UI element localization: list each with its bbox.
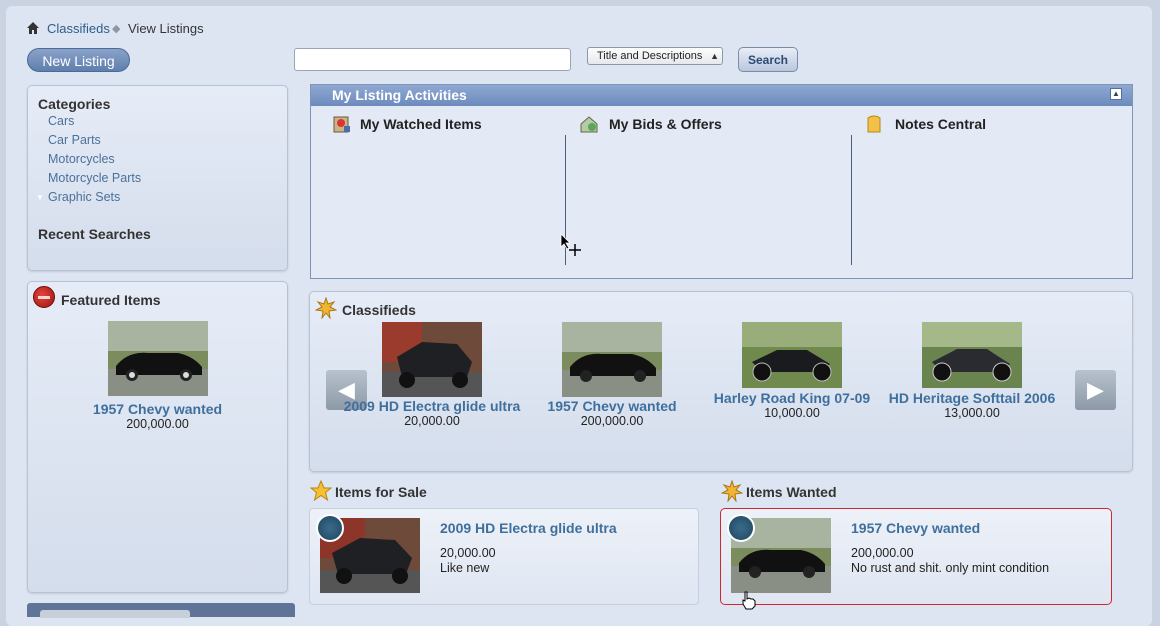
recent-searches-heading: Recent Searches (38, 226, 151, 242)
search-button[interactable]: Search (738, 47, 798, 72)
items-wanted-heading: Items Wanted (746, 484, 837, 500)
featured-badge-icon (33, 286, 55, 308)
notes-central-link[interactable]: Notes Central (895, 116, 986, 132)
categories-heading: Categories (38, 96, 111, 112)
listing-activities-panel (310, 84, 1133, 279)
classified-item-title[interactable]: HD Heritage Softtail 2006 (872, 390, 1072, 406)
wanted-item-title[interactable]: 1957 Chevy wanted (851, 520, 980, 536)
bottom-tab[interactable] (40, 610, 190, 618)
breadcrumb-classifieds-link[interactable]: Classifieds (47, 21, 110, 36)
featured-items-heading: Featured Items (61, 292, 161, 308)
select-arrows-icon: ▲ (710, 51, 719, 61)
classified-wanted-badge-icon (727, 514, 755, 542)
expand-triangle-icon[interactable]: ▼ (36, 193, 44, 202)
classified-item-price: 10,000.00 (764, 406, 820, 420)
move-cursor-icon (560, 233, 581, 256)
classifieds-starburst-icon (315, 297, 337, 319)
category-motorcycle-parts[interactable]: Motorcycle Parts (48, 171, 141, 185)
classified-item-title[interactable]: 1957 Chevy wanted (512, 398, 712, 414)
wanted-item-description: No rust and shit. only mint condition (851, 561, 1050, 575)
search-scope-value: Title and Descriptions (597, 50, 703, 62)
classified-item-image[interactable] (382, 322, 482, 397)
sale-item-price: 20,000.00 (440, 546, 496, 560)
category-cars[interactable]: Cars (48, 114, 74, 128)
featured-item-title[interactable]: 1957 Chevy wanted (27, 401, 288, 417)
breadcrumb-separator-icon: ◆ (112, 23, 121, 35)
classified-item-image[interactable] (742, 322, 842, 388)
classified-item-title[interactable]: Harley Road King 07-09 (692, 390, 892, 406)
sale-item-description: Like new (440, 561, 490, 575)
star-icon (310, 480, 332, 502)
watched-items-icon (333, 116, 350, 133)
new-listing-button[interactable]: New Listing (27, 48, 130, 72)
wanted-item-price: 200,000.00 (851, 546, 914, 560)
category-graphic-sets[interactable]: Graphic Sets (48, 190, 120, 204)
classified-item-price: 20,000.00 (404, 414, 460, 428)
buy-it-now-badge-icon (316, 514, 344, 542)
search-scope-select[interactable]: Title and Descriptions ▲ (587, 47, 723, 65)
bids-offers-icon (580, 116, 598, 133)
wanted-starburst-icon (721, 480, 743, 502)
home-icon[interactable] (26, 21, 40, 35)
category-motorcycles[interactable]: Motorcycles (48, 152, 115, 166)
listing-activities-title: My Listing Activities (332, 87, 467, 103)
classified-item-image[interactable] (922, 322, 1022, 388)
collapse-icon[interactable]: ▲ (1110, 88, 1122, 100)
sale-item-title[interactable]: 2009 HD Electra glide ultra (440, 520, 617, 536)
classified-item-price: 13,000.00 (944, 406, 1000, 420)
my-bids-offers-link[interactable]: My Bids & Offers (609, 116, 722, 132)
hand-cursor-icon (742, 591, 756, 610)
featured-item-price: 200,000.00 (126, 417, 189, 431)
items-for-sale-heading: Items for Sale (335, 484, 427, 500)
featured-item-image[interactable] (108, 321, 208, 396)
category-car-parts[interactable]: Car Parts (48, 133, 101, 147)
carousel-next-button[interactable]: ▶ (1075, 370, 1116, 410)
column-divider[interactable] (851, 135, 852, 265)
classifieds-heading: Classifieds (342, 302, 416, 318)
breadcrumb-current: View Listings (128, 21, 204, 36)
search-input[interactable] (294, 48, 571, 71)
classified-item-title[interactable]: 2009 HD Electra glide ultra (332, 398, 532, 414)
my-watched-items-link[interactable]: My Watched Items (360, 116, 482, 132)
classified-item-price: 200,000.00 (580, 414, 644, 428)
notes-central-icon (867, 115, 881, 133)
classified-item-image[interactable] (562, 322, 662, 397)
